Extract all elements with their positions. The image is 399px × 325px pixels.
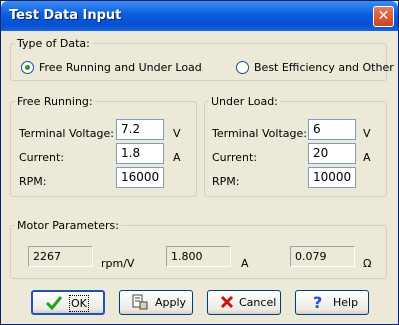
- apply-icon: [132, 294, 148, 310]
- motor-kv-value: 2267: [28, 246, 93, 267]
- svg-text:?: ?: [313, 293, 322, 310]
- window-title: Test Data Input: [9, 8, 122, 23]
- under-load-rpm-label: RPM:: [212, 175, 240, 188]
- ok-button[interactable]: OK: [31, 290, 105, 315]
- under-load-current-unit: A: [363, 151, 371, 164]
- help-button-label: Help: [333, 296, 359, 309]
- type-of-data-legend: Type of Data:: [17, 37, 90, 50]
- motor-kv-unit: rpm/V: [101, 257, 135, 270]
- motor-io-unit: A: [241, 257, 249, 270]
- radio-free-running-under-load[interactable]: [21, 61, 34, 74]
- free-running-legend: Free Running:: [17, 95, 93, 108]
- radio-free-running-under-load-label[interactable]: Free Running and Under Load: [39, 61, 202, 74]
- under-load-current-input[interactable]: 20: [308, 143, 356, 164]
- free-running-current-label: Current:: [19, 151, 65, 164]
- help-button[interactable]: ? Help: [295, 290, 369, 315]
- free-running-current-input[interactable]: 1.8: [116, 143, 164, 164]
- under-load-voltage-input[interactable]: 6: [308, 119, 356, 140]
- free-running-voltage-input[interactable]: 7.2: [116, 119, 164, 140]
- dialog-window: Test Data Input ✕ Type of Data: Free Run…: [0, 0, 399, 325]
- free-running-rpm-input[interactable]: 16000: [116, 167, 164, 188]
- free-running-voltage-label: Terminal Voltage:: [19, 127, 114, 140]
- cancel-button-label: Cancel: [239, 296, 277, 309]
- free-running-current-unit: A: [173, 151, 181, 164]
- ok-button-label: OK: [69, 295, 89, 312]
- under-load-voltage-label: Terminal Voltage:: [212, 127, 307, 140]
- radio-best-efficiency-other-label[interactable]: Best Efficiency and Other: [254, 61, 394, 74]
- motor-parameters-legend: Motor Parameters:: [17, 219, 119, 232]
- cancel-button[interactable]: Cancel: [207, 290, 281, 315]
- under-load-legend: Under Load:: [211, 95, 278, 108]
- under-load-current-label: Current:: [212, 151, 258, 164]
- close-button[interactable]: ✕: [373, 6, 394, 27]
- free-running-voltage-unit: V: [173, 127, 181, 140]
- apply-button[interactable]: Apply: [119, 290, 193, 315]
- close-icon: ✕: [377, 8, 390, 24]
- motor-rm-unit: Ω: [363, 257, 372, 270]
- under-load-rpm-input[interactable]: 10000: [308, 167, 356, 188]
- title-bar[interactable]: Test Data Input ✕: [1, 1, 398, 31]
- type-of-data-group: Type of Data:: [10, 37, 387, 81]
- motor-io-value: 1.800: [166, 246, 231, 267]
- x-icon: [220, 295, 234, 309]
- motor-rm-value: 0.079: [290, 246, 355, 267]
- under-load-voltage-unit: V: [363, 127, 371, 140]
- free-running-rpm-label: RPM:: [19, 175, 47, 188]
- apply-button-label: Apply: [155, 296, 187, 309]
- radio-best-efficiency-other[interactable]: [236, 61, 249, 74]
- question-icon: ?: [313, 293, 322, 310]
- check-icon: [45, 296, 63, 310]
